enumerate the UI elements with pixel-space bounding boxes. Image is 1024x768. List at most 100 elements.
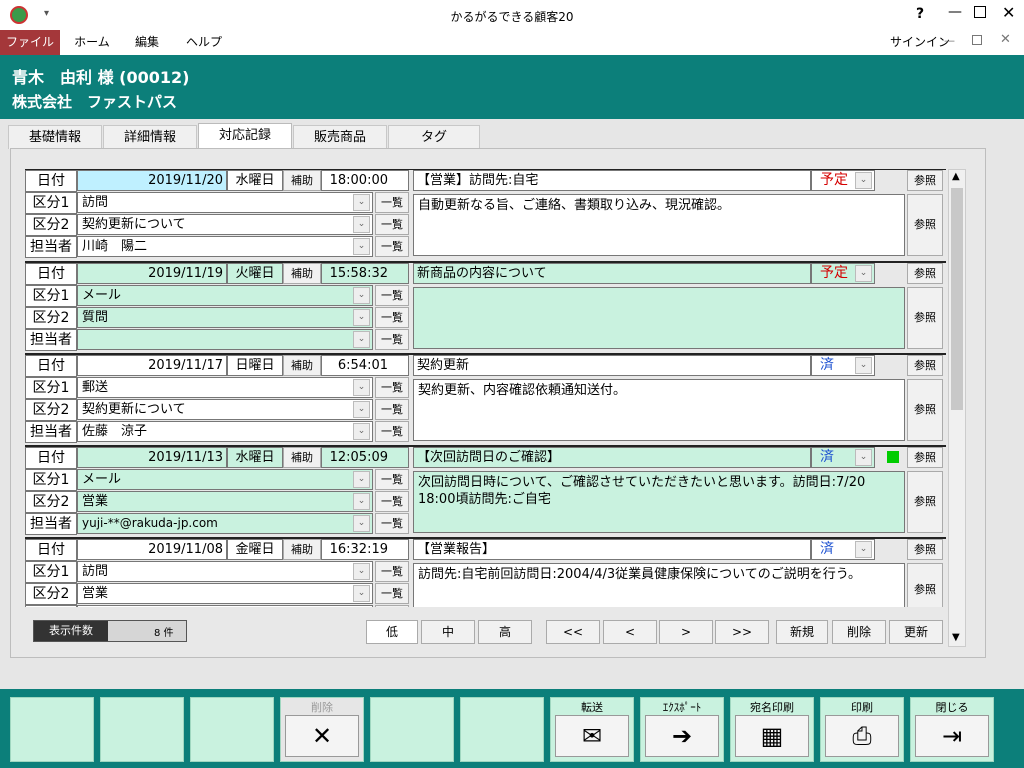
chevron-down-icon[interactable]: ⌄ <box>353 515 370 532</box>
record-4-cat2-select[interactable]: 営業 <box>77 583 373 604</box>
record-3-cat1-select[interactable]: メール <box>77 469 373 490</box>
tab-contact-records[interactable]: 対応記録 <box>198 123 292 150</box>
record-1-staff-select[interactable] <box>77 329 373 350</box>
record-2-cat1-select[interactable]: 郵送 <box>77 377 373 398</box>
chevron-down-icon[interactable]: ⌄ <box>353 309 370 326</box>
record-2-subject-ref-button[interactable]: 参照 <box>907 355 943 376</box>
size-low-button[interactable]: 低 <box>366 620 418 644</box>
chevron-down-icon[interactable]: ⌄ <box>353 423 370 440</box>
record-0-hosoku-button[interactable]: 補助 <box>283 170 321 191</box>
record-3-cat2-select[interactable]: 営業 <box>77 491 373 512</box>
record-4-staff-ichiran-button[interactable]: 一覧 <box>375 605 409 607</box>
record-4-date[interactable]: 2019/11/08 <box>77 539 227 560</box>
record-1-body[interactable] <box>413 287 905 349</box>
chevron-down-icon[interactable]: ⌄ <box>353 238 370 255</box>
record-3-staff-select[interactable]: yuji-**@rakuda-jp.com <box>77 513 373 534</box>
record-0-time[interactable]: 18:00:00 <box>321 170 409 191</box>
toolbar-export-button[interactable]: ｴｸｽﾎﾟｰﾄ➔ <box>640 697 724 762</box>
chevron-down-icon[interactable]: ⌄ <box>855 449 872 466</box>
chevron-down-icon[interactable]: ⌄ <box>855 265 872 282</box>
record-4-time[interactable]: 16:32:19 <box>321 539 409 560</box>
ribbon-tab-help[interactable]: ヘルプ <box>178 30 230 55</box>
chevron-down-icon[interactable]: ⌄ <box>855 357 872 374</box>
doc-close-icon[interactable]: ✕ <box>1000 32 1011 47</box>
record-3-cat2-ichiran-button[interactable]: 一覧 <box>375 491 409 512</box>
record-0-staff-select[interactable]: 川崎 陽二 <box>77 236 373 257</box>
record-2-date[interactable]: 2019/11/17 <box>77 355 227 376</box>
record-1-cat1-select[interactable]: メール <box>77 285 373 306</box>
record-4-cat1-select[interactable]: 訪問 <box>77 561 373 582</box>
record-4-cat1-ichiran-button[interactable]: 一覧 <box>375 561 409 582</box>
record-1-subject[interactable]: 新商品の内容について <box>413 263 811 284</box>
chevron-down-icon[interactable]: ⌄ <box>855 541 872 558</box>
record-1-cat1-ichiran-button[interactable]: 一覧 <box>375 285 409 306</box>
record-1-subject-ref-button[interactable]: 参照 <box>907 263 943 284</box>
close-icon[interactable]: ✕ <box>1002 3 1015 22</box>
first-record-button[interactable]: << <box>546 620 600 644</box>
vertical-scrollbar[interactable]: ▲ ▼ <box>948 169 966 647</box>
scroll-down-icon[interactable]: ▼ <box>952 632 960 643</box>
help-button[interactable]: ? <box>916 6 924 22</box>
toolbar-slot-2[interactable] <box>100 697 184 762</box>
record-0-cat1-select[interactable]: 訪問 <box>77 192 373 213</box>
record-4-subject-ref-button[interactable]: 参照 <box>907 539 943 560</box>
scroll-thumb[interactable] <box>951 188 963 410</box>
tab-detail-info[interactable]: 詳細情報 <box>103 125 197 149</box>
tab-sales-products[interactable]: 販売商品 <box>293 125 387 149</box>
record-3-date[interactable]: 2019/11/13 <box>77 447 227 468</box>
toolbar-print-button[interactable]: 印刷⎙ <box>820 697 904 762</box>
record-3-staff-ichiran-button[interactable]: 一覧 <box>375 513 409 534</box>
record-0-cat2-ichiran-button[interactable]: 一覧 <box>375 214 409 235</box>
ribbon-tab-file[interactable]: ファイル <box>0 30 60 55</box>
chevron-down-icon[interactable]: ⌄ <box>353 563 370 580</box>
chevron-down-icon[interactable]: ⌄ <box>353 331 370 348</box>
record-0-subject-ref-button[interactable]: 参照 <box>907 170 943 191</box>
last-record-button[interactable]: >> <box>715 620 769 644</box>
record-0-body-ref-button[interactable]: 参照 <box>907 194 943 256</box>
toolbar-slot-6[interactable] <box>460 697 544 762</box>
record-2-hosoku-button[interactable]: 補助 <box>283 355 321 376</box>
toolbar-slot-5[interactable] <box>370 697 454 762</box>
record-2-body-ref-button[interactable]: 参照 <box>907 379 943 441</box>
toolbar-close-button[interactable]: 閉じる⇥ <box>910 697 994 762</box>
record-1-body-ref-button[interactable]: 参照 <box>907 287 943 349</box>
record-4-body-ref-button[interactable]: 参照 <box>907 563 943 607</box>
chevron-down-icon[interactable]: ⌄ <box>353 287 370 304</box>
chevron-down-icon[interactable]: ⌄ <box>353 401 370 418</box>
record-3-subject[interactable]: 【次回訪問日のご確認】 <box>413 447 811 468</box>
record-0-cat2-select[interactable]: 契約更新について <box>77 214 373 235</box>
record-2-cat2-ichiran-button[interactable]: 一覧 <box>375 399 409 420</box>
record-0-date[interactable]: 2019/11/20 <box>77 170 227 191</box>
record-2-body[interactable]: 契約更新、内容確認依頼通知送付。 <box>413 379 905 441</box>
toolbar-slot-3[interactable] <box>190 697 274 762</box>
record-4-body[interactable]: 訪問先:自宅前回訪問日:2004/4/3従業員健康保険についてのご説明を行う。 <box>413 563 905 607</box>
record-3-subject-ref-button[interactable]: 参照 <box>907 447 943 468</box>
record-3-time[interactable]: 12:05:09 <box>321 447 409 468</box>
prev-record-button[interactable]: < <box>603 620 657 644</box>
tab-basic-info[interactable]: 基礎情報 <box>8 125 102 149</box>
record-2-staff-ichiran-button[interactable]: 一覧 <box>375 421 409 442</box>
record-4-staff-select[interactable]: 中丸 浩介 <box>77 605 373 607</box>
record-0-staff-ichiran-button[interactable]: 一覧 <box>375 236 409 257</box>
record-3-hosoku-button[interactable]: 補助 <box>283 447 321 468</box>
record-1-date[interactable]: 2019/11/19 <box>77 263 227 284</box>
doc-restore-icon[interactable] <box>972 35 982 45</box>
chevron-down-icon[interactable]: ⌄ <box>353 194 370 211</box>
chevron-down-icon[interactable]: ⌄ <box>353 585 370 602</box>
chevron-down-icon[interactable]: ⌄ <box>353 379 370 396</box>
record-2-subject[interactable]: 契約更新 <box>413 355 811 376</box>
chevron-down-icon[interactable]: ⌄ <box>353 216 370 233</box>
record-1-cat2-select[interactable]: 質問 <box>77 307 373 328</box>
record-0-body[interactable]: 自動更新なる旨、ご連絡、書類取り込み、現況確認。 <box>413 194 905 256</box>
toolbar-delete-button[interactable]: 削除✕ <box>280 697 364 762</box>
next-record-button[interactable]: > <box>659 620 713 644</box>
toolbar-slot-1[interactable] <box>10 697 94 762</box>
update-record-button[interactable]: 更新 <box>889 620 943 644</box>
size-mid-button[interactable]: 中 <box>421 620 475 644</box>
record-1-cat2-ichiran-button[interactable]: 一覧 <box>375 307 409 328</box>
record-2-time[interactable]: 6:54:01 <box>321 355 409 376</box>
record-1-staff-ichiran-button[interactable]: 一覧 <box>375 329 409 350</box>
record-3-body-ref-button[interactable]: 参照 <box>907 471 943 533</box>
record-2-cat1-ichiran-button[interactable]: 一覧 <box>375 377 409 398</box>
signin-link[interactable]: サインイン <box>890 33 950 50</box>
